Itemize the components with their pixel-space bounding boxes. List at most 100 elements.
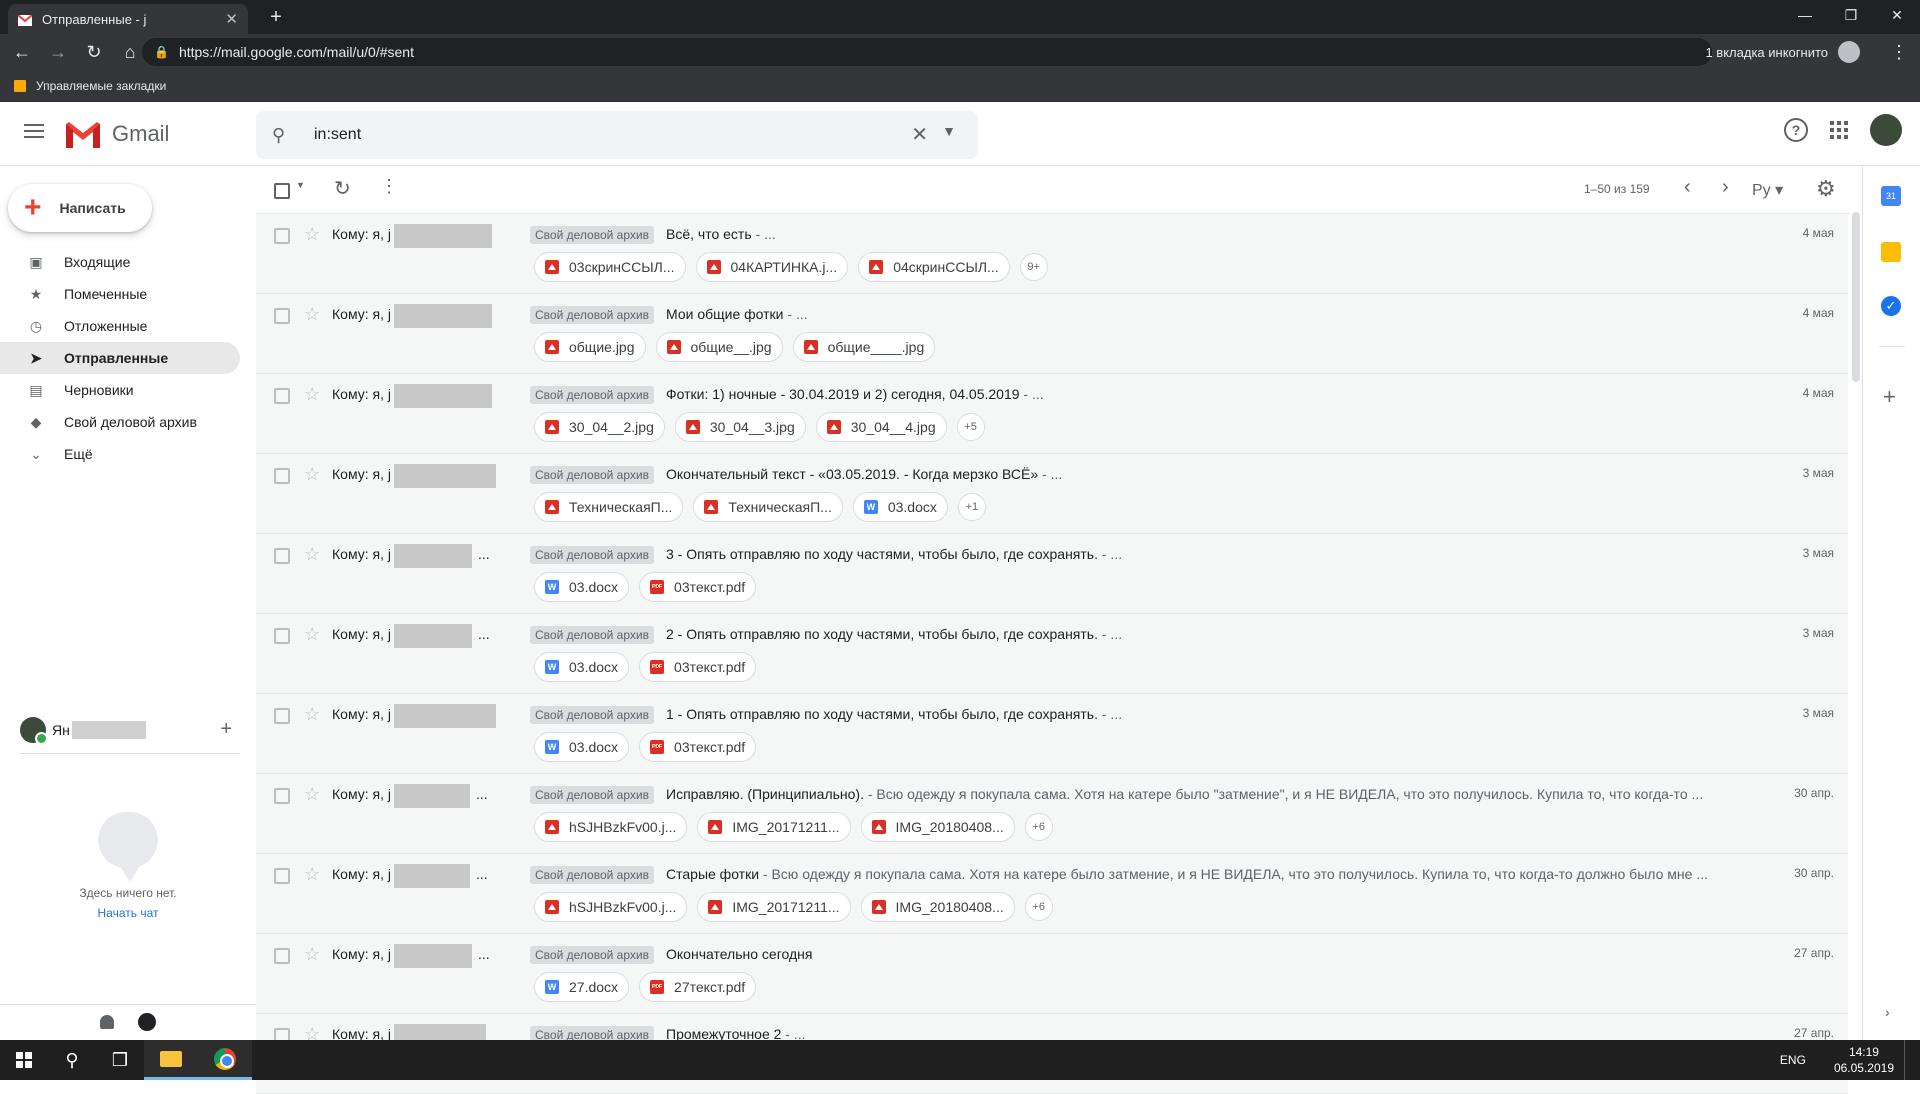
- attachment-chip[interactable]: 03скринССЫЛ...: [534, 252, 686, 282]
- attachment-chip[interactable]: W 03.docx: [534, 732, 630, 762]
- expand-panel-icon[interactable]: ›: [1885, 1004, 1890, 1020]
- more-attachments-badge[interactable]: 9+: [1019, 253, 1048, 281]
- attachment-chip[interactable]: PDF 03текст.pdf: [639, 732, 757, 762]
- attachment-chip[interactable]: 30_04__4.jpg: [815, 412, 947, 442]
- attachment-chip[interactable]: 30_04__2.jpg: [534, 412, 665, 442]
- tab-close-icon[interactable]: ✕: [225, 10, 238, 28]
- attachment-chip[interactable]: hSJHBzkFv00.j...: [534, 812, 688, 842]
- search-taskbar-icon[interactable]: ⚲: [48, 1040, 96, 1080]
- star-toggle-icon[interactable]: ☆: [304, 864, 320, 885]
- task-view-icon[interactable]: ❒: [96, 1040, 144, 1080]
- label-chip[interactable]: Свой деловой архив: [530, 626, 654, 644]
- label-chip[interactable]: Свой деловой архив: [530, 466, 654, 484]
- message-row[interactable]: ☆ Кому: я, j Свой деловой архив 1 - Опят…: [256, 694, 1848, 774]
- more-actions-icon[interactable]: ⋮: [380, 176, 398, 197]
- label-chip[interactable]: Свой деловой архив: [530, 226, 654, 244]
- start-button[interactable]: [0, 1040, 48, 1080]
- attachment-chip[interactable]: W 27.docx: [534, 972, 630, 1002]
- attachment-chip[interactable]: общие__.jpg: [655, 332, 783, 362]
- account-avatar[interactable]: [1870, 114, 1902, 146]
- attachment-chip[interactable]: ТехническаяП...: [693, 492, 843, 522]
- star-toggle-icon[interactable]: ☆: [304, 944, 320, 965]
- search-icon[interactable]: ⚲: [272, 125, 296, 146]
- attachment-chip[interactable]: 04КАРТИНКА.j...: [695, 252, 849, 282]
- clear-search-icon[interactable]: ✕: [911, 122, 928, 147]
- sidebar-item-more[interactable]: ⌄ Ещё: [0, 438, 240, 470]
- row-checkbox[interactable]: [274, 708, 290, 724]
- label-chip[interactable]: Свой деловой архив: [530, 786, 654, 804]
- row-checkbox[interactable]: [274, 308, 290, 324]
- incognito-indicator[interactable]: 1 вкладка инкогнито: [1705, 34, 1860, 70]
- new-tab-button[interactable]: +: [262, 4, 290, 30]
- attachment-chip[interactable]: W 03.docx: [534, 652, 630, 682]
- attachment-chip[interactable]: IMG_20180408...: [860, 892, 1015, 922]
- chrome-icon[interactable]: [198, 1040, 252, 1080]
- label-chip[interactable]: Свой деловой архив: [530, 946, 654, 964]
- calendar-icon[interactable]: 31: [1881, 186, 1901, 206]
- hangouts-icon[interactable]: [138, 1013, 156, 1031]
- input-tools-button[interactable]: Ру ▾: [1752, 180, 1783, 200]
- star-toggle-icon[interactable]: ☆: [304, 224, 320, 245]
- row-checkbox[interactable]: [274, 788, 290, 804]
- sidebar-item-snoozed[interactable]: ◷ Отложенные: [0, 310, 240, 342]
- compose-button[interactable]: + Написать: [8, 184, 152, 232]
- hangouts-user[interactable]: Ян +: [20, 706, 240, 754]
- attachment-chip[interactable]: hSJHBzkFv00.j...: [534, 892, 688, 922]
- row-checkbox[interactable]: [274, 468, 290, 484]
- help-icon[interactable]: ?: [1784, 118, 1808, 142]
- add-contact-icon[interactable]: +: [220, 718, 232, 741]
- show-desktop-button[interactable]: [1904, 1040, 1908, 1080]
- row-checkbox[interactable]: [274, 868, 290, 884]
- settings-gear-icon[interactable]: ⚙: [1816, 176, 1836, 202]
- message-row[interactable]: ☆ Кому: я, j ... Свой деловой архив Стар…: [256, 854, 1848, 934]
- browser-tab[interactable]: Отправленные - j ✕: [8, 4, 248, 34]
- prev-page-icon[interactable]: ‹: [1684, 176, 1691, 199]
- attachment-chip[interactable]: W 03.docx: [852, 492, 948, 522]
- star-toggle-icon[interactable]: ☆: [304, 704, 320, 725]
- clock[interactable]: 14:19 06.05.2019: [1834, 1044, 1894, 1076]
- attachment-chip[interactable]: общие.jpg: [534, 332, 646, 362]
- message-row[interactable]: ☆ Кому: я, j ... Свой деловой архив Испр…: [256, 774, 1848, 854]
- attachment-chip[interactable]: 04скринССЫЛ...: [858, 252, 1010, 282]
- file-explorer-icon[interactable]: [144, 1040, 198, 1080]
- search-options-icon[interactable]: ▼: [942, 123, 956, 139]
- attachment-chip[interactable]: IMG_20180408...: [860, 812, 1015, 842]
- bookmarks-folder[interactable]: Управляемые закладки: [36, 79, 166, 93]
- apps-grid-icon[interactable]: [1830, 121, 1848, 139]
- minimize-button[interactable]: —: [1782, 0, 1828, 30]
- attachment-chip[interactable]: общие____.jpg: [792, 332, 936, 362]
- sidebar-item-inbox[interactable]: ▣ Входящие: [0, 246, 240, 278]
- select-options-icon[interactable]: ▼: [296, 180, 305, 190]
- message-row[interactable]: ☆ Кому: я, j ... Свой деловой архив 3 - …: [256, 534, 1848, 614]
- label-chip[interactable]: Свой деловой архив: [530, 306, 654, 324]
- sidebar-item-starred[interactable]: ★ Помеченные: [0, 278, 240, 310]
- message-row[interactable]: ☆ Кому: я, j Свой деловой архив Мои общи…: [256, 294, 1848, 374]
- more-attachments-badge[interactable]: +1: [957, 493, 986, 521]
- star-toggle-icon[interactable]: ☆: [304, 624, 320, 645]
- more-attachments-badge[interactable]: +6: [1024, 893, 1053, 921]
- label-chip[interactable]: Свой деловой архив: [530, 386, 654, 404]
- attachment-chip[interactable]: IMG_20171211...: [697, 812, 851, 842]
- star-toggle-icon[interactable]: ☆: [304, 304, 320, 325]
- home-button[interactable]: ⌂: [116, 38, 144, 66]
- sidebar-item-archive-label[interactable]: ◆ Свой деловой архив: [0, 406, 240, 438]
- attachment-chip[interactable]: ТехническаяП...: [534, 492, 684, 522]
- row-checkbox[interactable]: [274, 548, 290, 564]
- row-checkbox[interactable]: [274, 228, 290, 244]
- row-checkbox[interactable]: [274, 388, 290, 404]
- forward-button[interactable]: →: [44, 38, 72, 66]
- attachment-chip[interactable]: W 03.docx: [534, 572, 630, 602]
- sidebar-item-sent[interactable]: ➤ Отправленные: [0, 342, 240, 374]
- sidebar-item-drafts[interactable]: ▤ Черновики: [0, 374, 240, 406]
- start-chat-link[interactable]: Начать чат: [0, 906, 256, 920]
- row-checkbox[interactable]: [274, 628, 290, 644]
- star-toggle-icon[interactable]: ☆: [304, 784, 320, 805]
- next-page-icon[interactable]: ›: [1722, 176, 1729, 199]
- contacts-icon[interactable]: [100, 1015, 114, 1029]
- message-row[interactable]: ☆ Кому: я, j Свой деловой архив Фотки: 1…: [256, 374, 1848, 454]
- restore-button[interactable]: ❐: [1828, 0, 1874, 30]
- row-checkbox[interactable]: [274, 948, 290, 964]
- message-row[interactable]: ☆ Кому: я, j Свой деловой архив Всё, что…: [256, 214, 1848, 294]
- address-bar[interactable]: 🔒 https://mail.google.com/mail/u/0/#sent: [142, 38, 1712, 66]
- attachment-chip[interactable]: PDF 03текст.pdf: [639, 652, 757, 682]
